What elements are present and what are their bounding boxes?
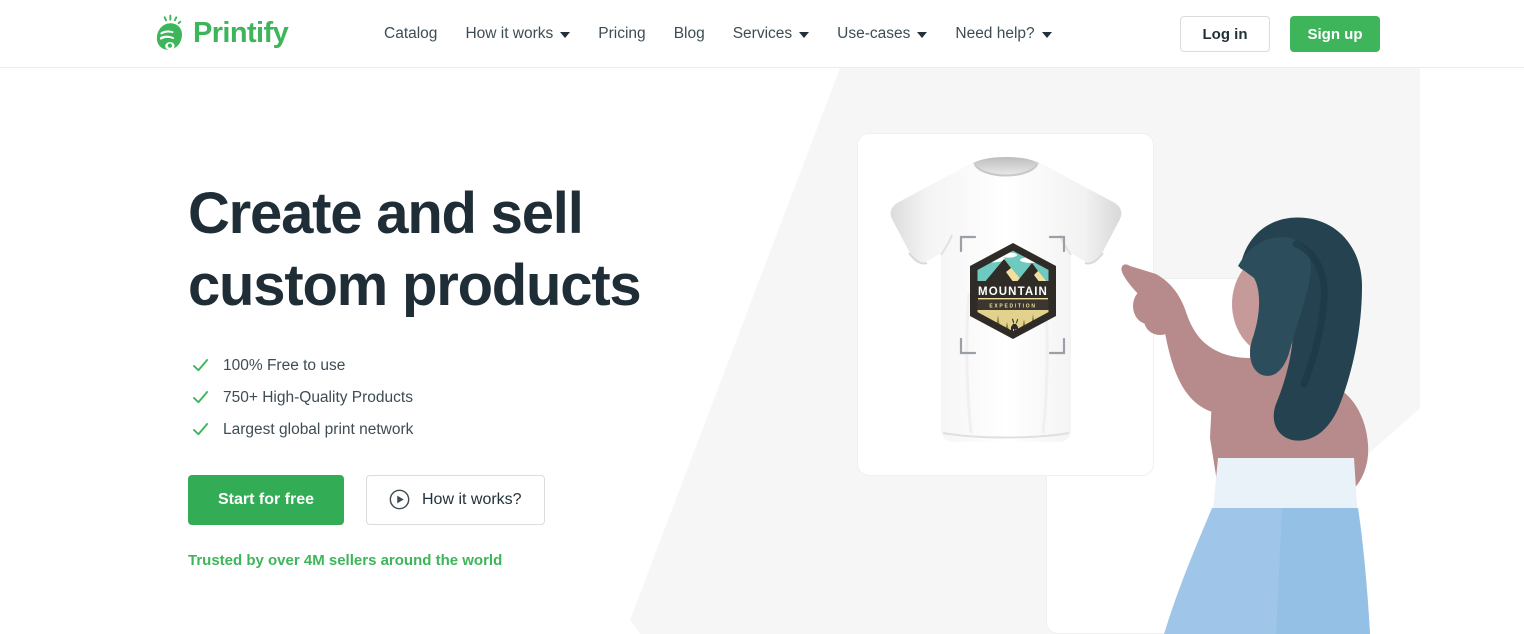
main-navigation: Catalog How it works Pricing Blog Servic… xyxy=(384,0,1052,68)
nav-item-services[interactable]: Services xyxy=(732,25,810,43)
nav-item-how-it-works[interactable]: How it works xyxy=(465,25,571,43)
printify-hand-logo-icon xyxy=(156,14,186,52)
nav-item-pricing[interactable]: Pricing xyxy=(598,25,645,43)
site-header: Printify Catalog How it works Pricing Bl… xyxy=(0,0,1524,68)
chevron-down-icon xyxy=(799,32,810,38)
login-button[interactable]: Log in xyxy=(1180,16,1270,52)
list-item: 100% Free to use xyxy=(188,350,828,382)
nav-label: Pricing xyxy=(598,25,646,42)
nav-item-need-help[interactable]: Need help? xyxy=(955,25,1052,43)
brand-logo[interactable]: Printify xyxy=(156,14,289,52)
cta-row: Start for free How it works? xyxy=(188,474,828,525)
feature-label: 750+ High-Quality Products xyxy=(223,388,413,406)
check-icon xyxy=(188,389,209,406)
nav-label: How it works xyxy=(465,25,554,42)
how-it-works-label: How it works? xyxy=(422,490,522,508)
chevron-down-icon xyxy=(1041,32,1052,38)
chevron-down-icon xyxy=(917,32,928,38)
auth-actions: Log in Sign up xyxy=(1180,16,1380,52)
feature-list: 100% Free to use 750+ High-Quality Produ… xyxy=(188,350,828,446)
brand-name: Printify xyxy=(193,17,289,49)
feature-label: Largest global print network xyxy=(223,420,414,438)
nav-item-catalog[interactable]: Catalog xyxy=(384,25,437,43)
hero-copy: Create and sell custom products 100% Fre… xyxy=(188,178,828,569)
nav-label: Use-cases xyxy=(837,25,911,42)
chevron-down-icon xyxy=(560,32,571,38)
trust-text: Trusted by over 4M sellers around the wo… xyxy=(188,551,503,569)
nav-label: Blog xyxy=(673,25,705,42)
check-icon xyxy=(188,421,209,438)
nav-item-use-cases[interactable]: Use-cases xyxy=(837,25,928,43)
how-it-works-button[interactable]: How it works? xyxy=(366,474,545,525)
feature-label: 100% Free to use xyxy=(223,356,346,374)
page-title: Create and sell custom products xyxy=(188,181,642,318)
list-item: Largest global print network xyxy=(188,414,828,446)
nav-label: Catalog xyxy=(384,25,438,42)
nav-item-blog[interactable]: Blog xyxy=(674,25,705,43)
nav-label: Need help? xyxy=(955,25,1035,42)
signup-button[interactable]: Sign up xyxy=(1290,16,1380,52)
start-for-free-button[interactable]: Start for free xyxy=(188,474,344,525)
nav-label: Services xyxy=(732,25,793,42)
play-circle-icon xyxy=(389,489,410,510)
list-item: 750+ High-Quality Products xyxy=(188,382,828,414)
hero-section: Create and sell custom products 100% Fre… xyxy=(0,68,1524,634)
check-icon xyxy=(188,357,209,374)
